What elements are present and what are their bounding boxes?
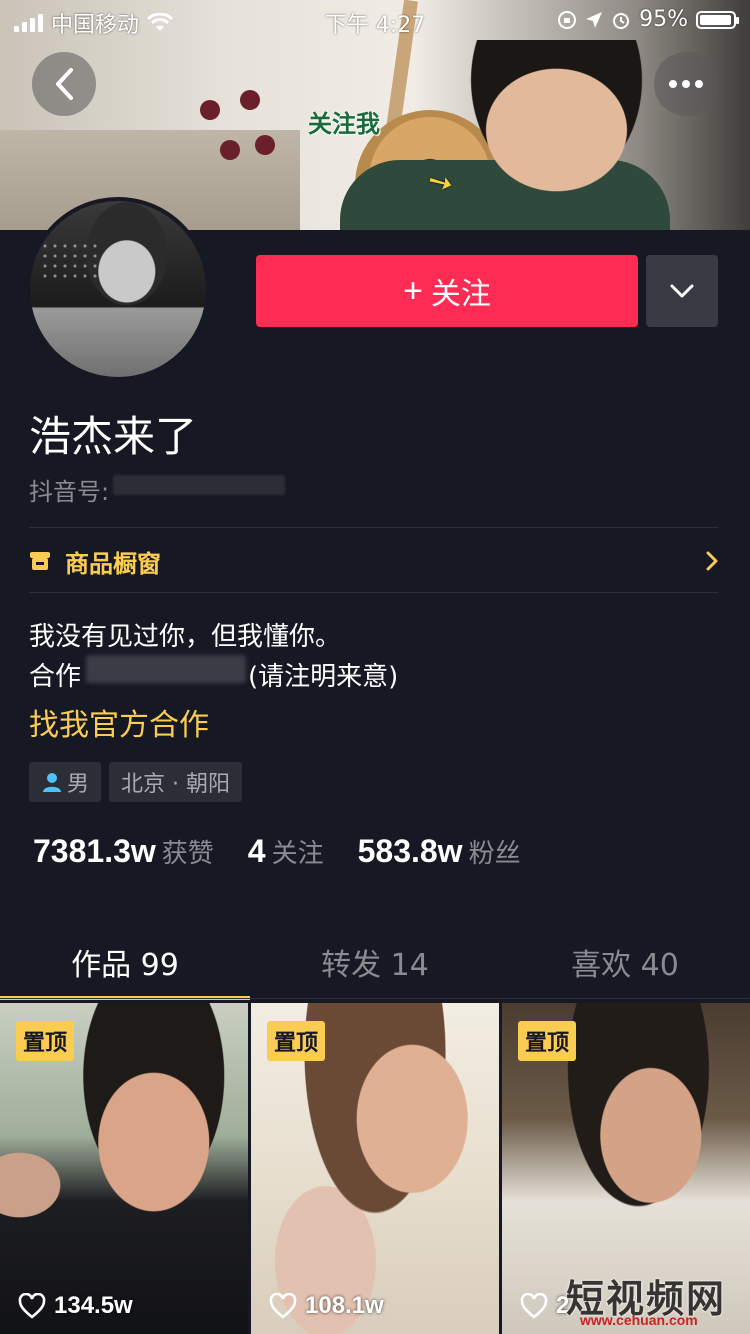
video-likes: 134.5w — [18, 1292, 133, 1320]
contact-prefix: 合作 — [29, 662, 82, 692]
tabs-divider — [0, 998, 750, 999]
male-user-icon — [43, 773, 61, 792]
video-thumbnail[interactable]: 置顶 134.5w — [0, 1003, 248, 1334]
location-icon — [586, 11, 603, 28]
more-options-button[interactable] — [654, 52, 718, 116]
pinned-badge: 置顶 — [518, 1021, 577, 1061]
chevron-left-icon — [56, 68, 73, 100]
tab-likes[interactable]: 喜欢 40 — [500, 920, 750, 1000]
follow-label: 关注 — [430, 278, 491, 311]
contact-suffix: (请注明来意) — [248, 662, 399, 692]
likes-count: 7381.3w — [33, 833, 156, 869]
shop-window-row[interactable]: 商品橱窗 — [29, 530, 718, 592]
heart-icon — [520, 1293, 548, 1319]
content-tabs: 作品 99 转发 14 喜欢 40 — [0, 920, 750, 1000]
video-likes: 108.1w — [269, 1292, 384, 1320]
shop-window-label: 商品橱窗 — [65, 549, 161, 578]
gender-label: 男 — [67, 772, 90, 797]
video-likes-count: 134.5w — [54, 1292, 133, 1319]
battery-percent: 95% — [639, 7, 688, 32]
gender-tag: 男 — [29, 762, 102, 802]
shop-icon — [30, 552, 50, 570]
back-button[interactable] — [32, 52, 96, 116]
pinned-badge: 置顶 — [16, 1021, 75, 1061]
heart-icon — [269, 1293, 297, 1319]
video-thumbnail[interactable]: 置顶 108.1w — [251, 1003, 499, 1334]
following-count[interactable]: 4 — [248, 833, 266, 870]
followers-count[interactable]: 583.8w — [358, 833, 463, 870]
divider — [29, 527, 718, 528]
video-likes-count: 108.1w — [305, 1292, 384, 1319]
battery-icon — [696, 10, 739, 29]
more-dots-icon — [669, 80, 703, 88]
rotation-lock-icon — [558, 10, 577, 29]
alarm-icon — [613, 12, 630, 29]
banner-person — [430, 40, 660, 230]
tab-works[interactable]: 作品 99 — [0, 920, 250, 1000]
chevron-right-icon — [706, 551, 718, 571]
avatar-image — [30, 201, 206, 377]
plus-icon: + — [403, 271, 423, 310]
banner-flowers — [190, 90, 280, 230]
contact-redacted — [86, 655, 246, 683]
location-tag: 北京 · 朝阳 — [109, 762, 242, 802]
video-likes: 2 — [520, 1292, 569, 1320]
followers-label[interactable]: 粉丝 — [469, 833, 521, 870]
location-label: 北京 · 朝阳 — [121, 772, 230, 797]
following-label[interactable]: 关注 — [272, 833, 324, 870]
douyin-id-label: 抖音号: — [29, 478, 110, 506]
nickname: 浩杰来了 — [29, 412, 198, 461]
chevron-down-icon — [670, 284, 694, 298]
profile-tags: 男 北京 · 朝阳 — [29, 762, 242, 802]
official-cooperation-link[interactable]: 找我官方合作 — [29, 700, 209, 744]
status-bar: 中国移动 下午 4:27 95% — [0, 0, 750, 40]
heart-icon — [18, 1293, 46, 1319]
likes-label: 获赞 — [161, 839, 214, 869]
banner-overlay-text: 关注我 — [308, 110, 380, 138]
bio-line: 我没有见过你，但我懂你。 — [29, 622, 342, 652]
divider — [29, 592, 718, 593]
follow-button[interactable]: + 关注 — [256, 255, 638, 327]
site-watermark-url: www.cehuan.com — [580, 1312, 698, 1328]
avatar[interactable] — [26, 197, 210, 381]
pinned-badge: 置顶 — [267, 1021, 326, 1061]
stats-row: 7381.3w 获赞 4 关注 583.8w 粉丝 — [33, 833, 555, 870]
recommend-dropdown-button[interactable] — [646, 255, 718, 327]
douyin-id-redacted — [113, 475, 285, 495]
tab-reposts[interactable]: 转发 14 — [250, 920, 500, 1000]
